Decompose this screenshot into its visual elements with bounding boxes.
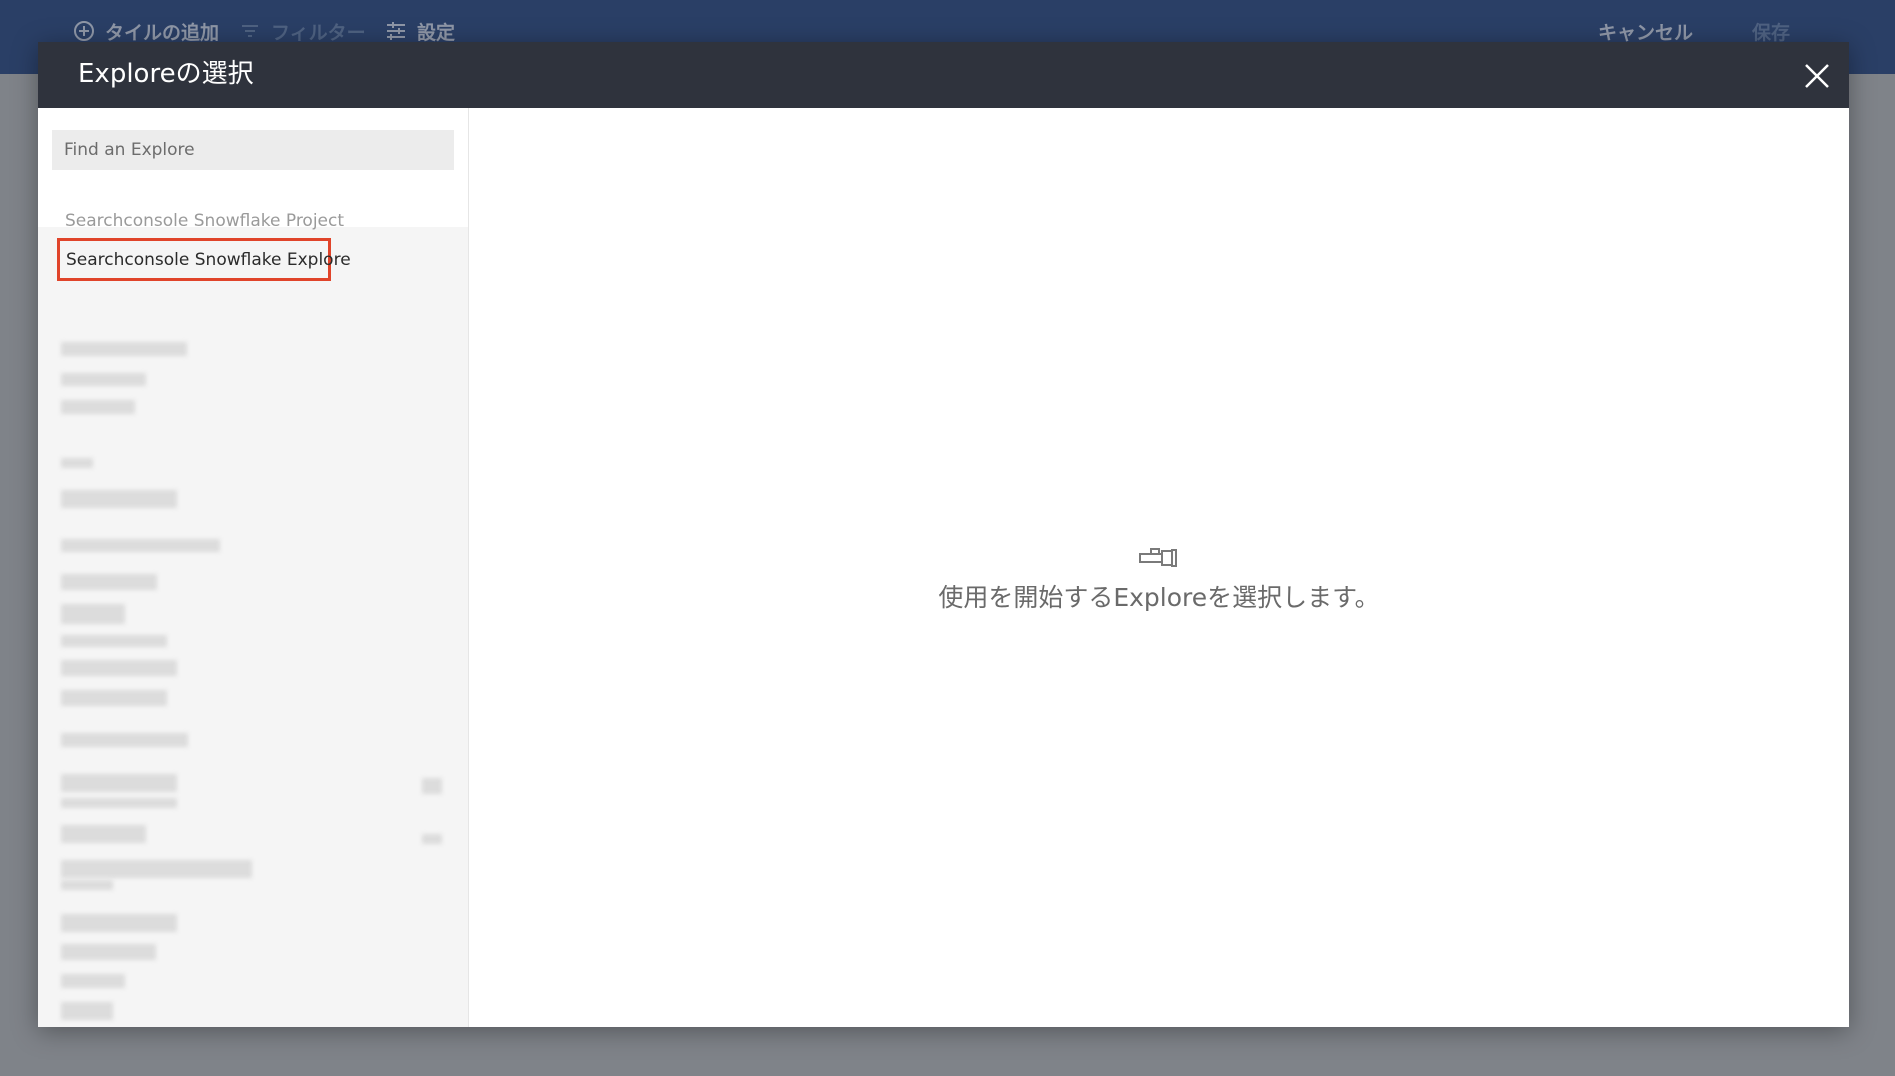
redacted-item: [61, 974, 125, 988]
redacted-item: [61, 490, 177, 508]
redacted-item: [61, 798, 177, 808]
redacted-item: [61, 660, 177, 676]
redacted-item: [61, 690, 167, 706]
filter-icon: [238, 19, 262, 43]
save-label: 保存: [1752, 21, 1791, 44]
redacted-item: [61, 914, 177, 932]
redacted-item: [61, 825, 146, 843]
add-tile-label: タイルの追加: [105, 21, 220, 44]
redacted-item: [61, 860, 252, 878]
close-icon: [1805, 64, 1829, 88]
explore-telescope-icon: [1139, 548, 1177, 567]
redacted-item: [61, 1002, 113, 1020]
redacted-item: [61, 604, 125, 624]
project-label: Searchconsole Snowflake Project: [65, 211, 345, 231]
cancel-label: キャンセル: [1598, 21, 1694, 44]
sliders-icon: [384, 19, 408, 43]
redacted-item: [61, 944, 156, 960]
empty-state-message: 使用を開始するExploreを選択します。: [938, 583, 1380, 612]
redacted-item: [61, 880, 113, 890]
find-explore-input[interactable]: [52, 130, 454, 170]
redacted-item: [61, 342, 187, 356]
redacted-item: [61, 635, 167, 647]
redacted-item: [61, 574, 157, 590]
explore-list-sidebar[interactable]: Searchconsole Snowflake Project Searchco…: [38, 108, 469, 1027]
explore-preview-pane: 使用を開始するExploreを選択します。: [469, 108, 1849, 1027]
search-area: [38, 108, 468, 227]
redacted-item: [61, 539, 220, 552]
redacted-item: [61, 733, 188, 747]
close-button[interactable]: [1799, 58, 1835, 94]
modal-header: Exploreの選択: [38, 42, 1849, 108]
redacted-item: [422, 778, 442, 794]
explore-select-modal: Exploreの選択 Searchconsole Snowflake Proje…: [38, 42, 1849, 1027]
settings-label: 設定: [417, 21, 456, 44]
explore-item-searchconsole-snowflake[interactable]: Searchconsole Snowflake Explore: [57, 238, 351, 281]
add-circle-icon: [72, 19, 96, 43]
redacted-item: [422, 834, 442, 844]
explore-item-label: Searchconsole Snowflake Explore: [66, 249, 351, 270]
redacted-item: [61, 458, 93, 468]
redacted-item: [61, 774, 177, 792]
redacted-item: [61, 400, 135, 414]
modal-title: Exploreの選択: [78, 59, 254, 89]
redacted-item: [61, 373, 146, 386]
filter-label: フィルター: [271, 21, 366, 44]
